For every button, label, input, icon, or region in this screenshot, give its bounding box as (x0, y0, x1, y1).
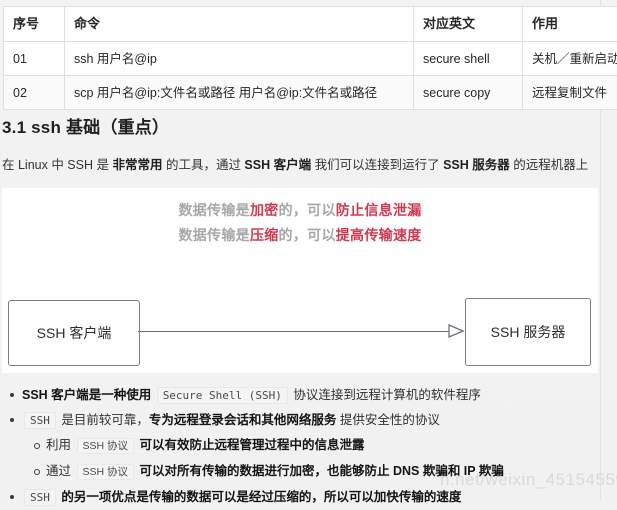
intro-bold-2: SSH 客户端 (244, 158, 311, 172)
item3-lead: 利用 (46, 438, 71, 452)
cell-command: ssh 用户名@ip (65, 42, 414, 76)
diagram-arrowhead-icon (447, 323, 467, 339)
diagram-connector-line (138, 331, 458, 332)
item5-code-chip: SSH (24, 489, 56, 506)
command-table-wrapper: 序号 命令 对应英文 作用 01 ssh 用户名@ip secure shell… (3, 6, 571, 110)
caption1-highlight-2: 防止信息泄漏 (336, 202, 422, 218)
diagram-box-server-label: SSH 服务器 (491, 322, 566, 342)
item1-bold-1: SSH 客户端 (22, 388, 89, 402)
item2-text-1: 是目前较可靠， (61, 413, 149, 427)
ssh-diagram-panel: 数据传输是加密的，可以防止信息泄漏 数据传输是压缩的，可以提高传输速度 SSH … (2, 188, 598, 373)
intro-text-1: 在 Linux 中 SSH 是 (2, 158, 112, 172)
intro-bold-1: 非常常用 (112, 158, 162, 172)
table-header-index: 序号 (4, 7, 65, 42)
diagram-box-client-label: SSH 客户端 (37, 323, 112, 343)
diagram-box-ssh-server: SSH 服务器 (465, 298, 591, 366)
item1-code-chip: Secure Shell (SSH) (157, 387, 288, 404)
list-item: 通过 SSH 协议 可以对所有传输的数据进行加密，也能够防止 DNS 欺骗和 I… (2, 459, 602, 485)
intro-paragraph: 在 Linux 中 SSH 是 非常常用 的工具，通过 SSH 客户端 我们可以… (2, 155, 602, 175)
item1-tail: 协议连接到远程计算机的软件程序 (293, 388, 481, 402)
caption2-part-b: 的，可以 (279, 227, 336, 243)
item2-text-2: 提供安全性的协议 (340, 413, 440, 427)
table-row: 01 ssh 用户名@ip secure shell 关机／重新启动 (4, 42, 617, 76)
item4-lead: 通过 (46, 464, 71, 478)
table-header-row: 序号 命令 对应英文 作用 (4, 7, 617, 42)
item4-code-chip: SSH 协议 (77, 464, 135, 480)
table-row: 02 scp 用户名@ip:文件名或路径 用户名@ip:文件名或路径 secur… (4, 76, 617, 110)
item5-bold: 的另一项优点是传输的数据可以是经过压缩的，所以可以加快传输的速度 (61, 490, 461, 504)
diagram-caption-block: 数据传输是加密的，可以防止信息泄漏 数据传输是压缩的，可以提高传输速度 (2, 198, 598, 248)
cell-index: 02 (4, 76, 65, 110)
command-table: 序号 命令 对应英文 作用 01 ssh 用户名@ip secure shell… (3, 6, 617, 110)
diagram-caption-line-2: 数据传输是压缩的，可以提高传输速度 (2, 223, 598, 248)
item4-bold: 可以对所有传输的数据进行加密，也能够防止 DNS 欺骗和 IP 欺骗 (140, 464, 504, 478)
item3-bold: 可以有效防止远程管理过程中的信息泄露 (140, 438, 365, 452)
list-item: 利用 SSH 协议 可以有效防止远程管理过程中的信息泄露 (2, 433, 602, 459)
intro-text-4: 的远程机器上 (510, 158, 588, 172)
cell-english: secure copy (414, 76, 523, 110)
caption2-highlight-2: 提高传输速度 (336, 227, 422, 243)
intro-bold-3: SSH 服务器 (443, 158, 510, 172)
table-header-english: 对应英文 (414, 7, 523, 42)
cell-purpose: 关机／重新启动 (523, 42, 617, 76)
caption1-highlight-1: 加密 (250, 202, 279, 218)
item2-code-chip: SSH (24, 412, 56, 429)
bullet-circle-icon (34, 469, 40, 475)
diagram-box-ssh-client: SSH 客户端 (8, 300, 140, 366)
section-heading: 3.1 ssh 基础（重点） (2, 113, 169, 138)
caption1-part-b: 的，可以 (279, 202, 336, 218)
list-item: SSH 客户端是一种使用 Secure Shell (SSH) 协议连接到远程计… (2, 383, 602, 408)
cell-index: 01 (4, 42, 65, 76)
item1-bold-2: 是一种使用 (89, 388, 152, 402)
cell-english: secure shell (414, 42, 523, 76)
intro-text-2: 的工具，通过 (162, 158, 244, 172)
caption2-highlight-1: 压缩 (250, 227, 279, 243)
feature-list: SSH 客户端是一种使用 Secure Shell (SSH) 协议连接到远程计… (2, 383, 602, 510)
bullet-circle-icon (34, 443, 40, 449)
table-header-command: 命令 (65, 7, 414, 42)
list-item: SSH 的另一项优点是传输的数据可以是经过压缩的，所以可以加快传输的速度 (2, 485, 602, 510)
table-header-purpose: 作用 (523, 7, 617, 42)
bullet-dot-icon (10, 393, 14, 397)
caption1-part-a: 数据传输是 (178, 202, 250, 218)
diagram-caption-line-1: 数据传输是加密的，可以防止信息泄漏 (2, 198, 598, 223)
bullet-dot-icon (10, 495, 14, 499)
list-item: SSH 是目前较可靠，专为远程登录会话和其他网络服务 提供安全性的协议 (2, 408, 602, 433)
item3-code-chip: SSH 协议 (77, 438, 135, 454)
cell-purpose: 远程复制文件 (523, 76, 617, 110)
item2-bold: 专为远程登录会话和其他网络服务 (149, 413, 337, 427)
intro-text-3: 我们可以连接到运行了 (311, 158, 443, 172)
caption2-part-a: 数据传输是 (178, 227, 250, 243)
cell-command: scp 用户名@ip:文件名或路径 用户名@ip:文件名或路径 (65, 76, 414, 110)
bullet-dot-icon (10, 418, 14, 422)
